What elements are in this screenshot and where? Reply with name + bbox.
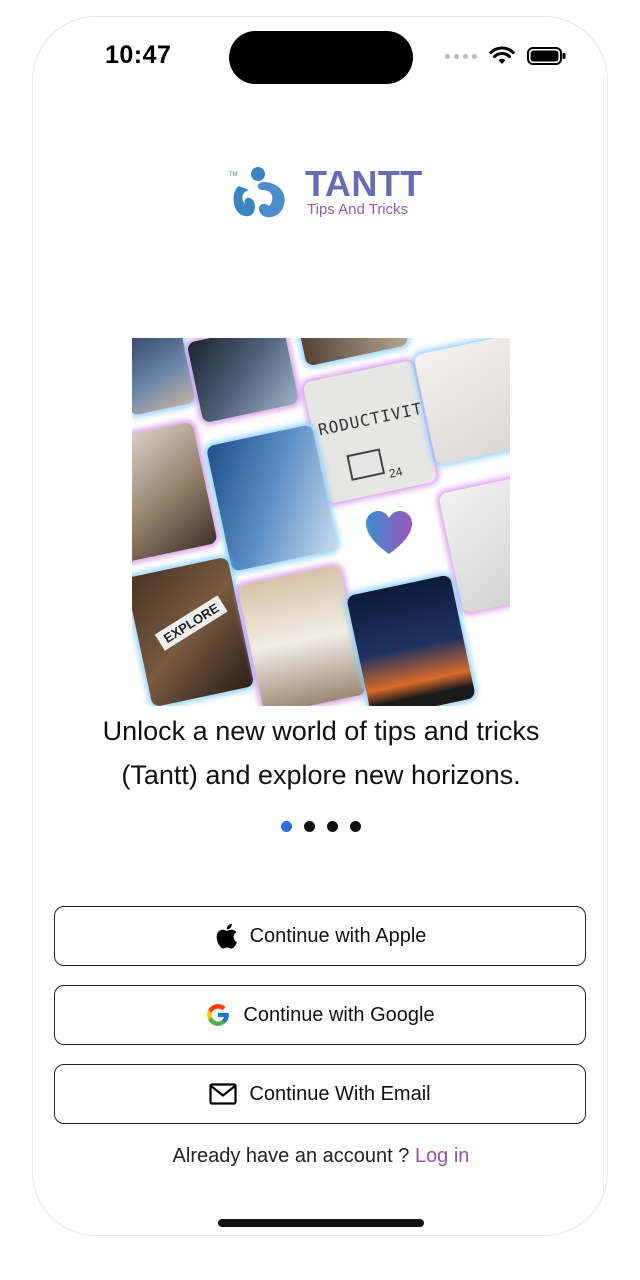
collage-tile-meeting [132, 421, 218, 563]
brand-tagline: Tips And Tricks [307, 201, 409, 218]
home-indicator[interactable] [218, 1219, 424, 1227]
login-prompt: Already have an account ? Log in [33, 1145, 607, 1168]
collage-tile-man-phone [237, 564, 367, 706]
collage-tile-person [132, 338, 197, 416]
tantt-mark-icon: TM [229, 167, 285, 218]
onboarding-collage-image: RODUCTIVITY 24 EXPLORE [132, 338, 510, 706]
tm-mark: TM [229, 172, 238, 178]
google-button-label: Continue with Google [243, 1003, 435, 1026]
page-dot-4[interactable] [350, 821, 361, 832]
brand-name: TANTT [305, 163, 423, 204]
login-link[interactable]: Log in [415, 1145, 470, 1167]
phone-screen: 10:47 TM TANTT Tips And Tricks RODUCTIVI… [32, 16, 608, 1236]
status-icons [445, 45, 567, 67]
battery-icon [527, 47, 566, 65]
google-icon [205, 1002, 231, 1028]
collage-tile-strip [299, 338, 409, 367]
heart-icon [366, 511, 412, 554]
page-dot-2[interactable] [304, 821, 315, 832]
headline-line-1: Unlock a new world of tips and tricks [102, 716, 540, 746]
dynamic-island [229, 31, 413, 84]
collage-tile-explore: EXPLORE [132, 556, 255, 706]
page-dot-3[interactable] [327, 821, 338, 832]
continue-with-apple-button[interactable]: Continue with Apple [54, 906, 586, 966]
onboarding-headline: Unlock a new world of tips and tricks (T… [33, 709, 607, 797]
collage-tile-buildings [186, 338, 300, 424]
wifi-icon [489, 46, 515, 64]
page-indicator[interactable] [33, 821, 607, 832]
continue-with-google-button[interactable]: Continue with Google [54, 985, 586, 1045]
tantt-logo: TM TANTT Tips And Tricks [227, 163, 423, 223]
brand-text: TANTT Tips And Tricks [305, 163, 423, 219]
page-dot-1[interactable] [281, 821, 292, 832]
continue-with-email-button[interactable]: Continue With Email [54, 1064, 586, 1124]
existing-account-text: Already have an account ? [172, 1145, 410, 1167]
mail-icon [209, 1083, 238, 1105]
status-time: 10:47 [105, 41, 172, 69]
headline-line-2: (Tantt) and explore new horizons. [121, 760, 521, 790]
right-edge [603, 77, 607, 1217]
apple-icon [214, 922, 238, 950]
signal-dots-icon [445, 53, 477, 59]
collage-tile-sunset [346, 574, 476, 706]
apple-button-label: Continue with Apple [249, 924, 427, 947]
email-button-label: Continue With Email [249, 1082, 431, 1105]
